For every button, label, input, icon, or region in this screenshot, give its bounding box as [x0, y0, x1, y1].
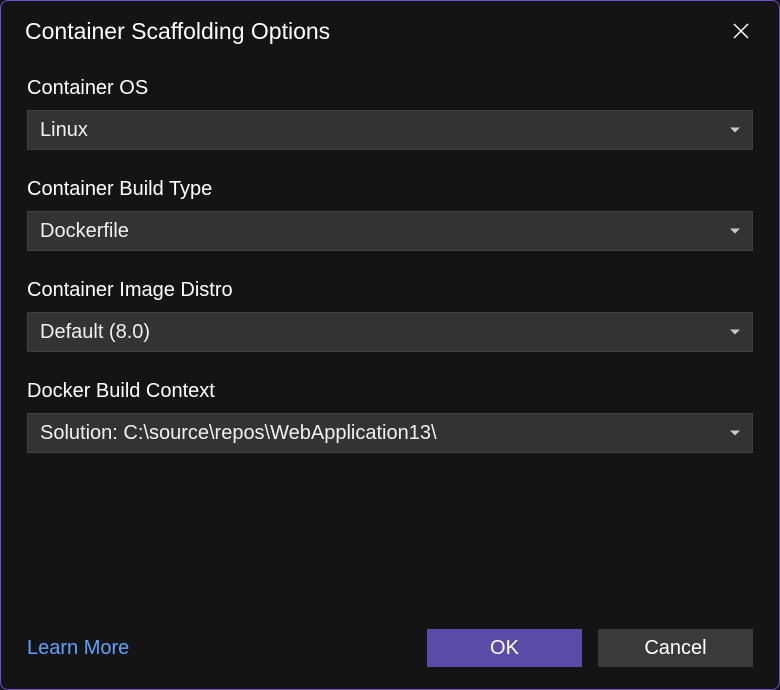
- field-container-os: Container OS Linux: [27, 77, 753, 150]
- build-type-value: Dockerfile: [40, 220, 129, 243]
- chevron-down-icon: [730, 229, 740, 234]
- dialog-content: Container OS Linux Container Build Type …: [1, 53, 779, 611]
- container-os-label: Container OS: [27, 77, 753, 100]
- image-distro-value: Default (8.0): [40, 321, 150, 344]
- chevron-down-icon: [730, 330, 740, 335]
- field-build-type: Container Build Type Dockerfile: [27, 178, 753, 251]
- close-icon: [732, 22, 750, 40]
- image-distro-dropdown[interactable]: Default (8.0): [27, 312, 753, 352]
- image-distro-label: Container Image Distro: [27, 279, 753, 302]
- dialog-title: Container Scaffolding Options: [25, 18, 330, 45]
- build-context-dropdown[interactable]: Solution: C:\source\repos\WebApplication…: [27, 413, 753, 453]
- build-type-label: Container Build Type: [27, 178, 753, 201]
- build-context-value: Solution: C:\source\repos\WebApplication…: [40, 422, 437, 445]
- container-os-value: Linux: [40, 119, 88, 142]
- learn-more-link[interactable]: Learn More: [27, 637, 129, 660]
- dialog-container: Container Scaffolding Options Container …: [0, 0, 780, 690]
- chevron-down-icon: [730, 431, 740, 436]
- build-context-label: Docker Build Context: [27, 380, 753, 403]
- close-button[interactable]: [727, 17, 755, 45]
- titlebar: Container Scaffolding Options: [1, 1, 779, 53]
- ok-button[interactable]: OK: [427, 629, 582, 667]
- field-image-distro: Container Image Distro Default (8.0): [27, 279, 753, 352]
- container-os-dropdown[interactable]: Linux: [27, 110, 753, 150]
- dialog-footer: Learn More OK Cancel: [1, 611, 779, 689]
- cancel-button[interactable]: Cancel: [598, 629, 753, 667]
- build-type-dropdown[interactable]: Dockerfile: [27, 211, 753, 251]
- field-build-context: Docker Build Context Solution: C:\source…: [27, 380, 753, 453]
- chevron-down-icon: [730, 128, 740, 133]
